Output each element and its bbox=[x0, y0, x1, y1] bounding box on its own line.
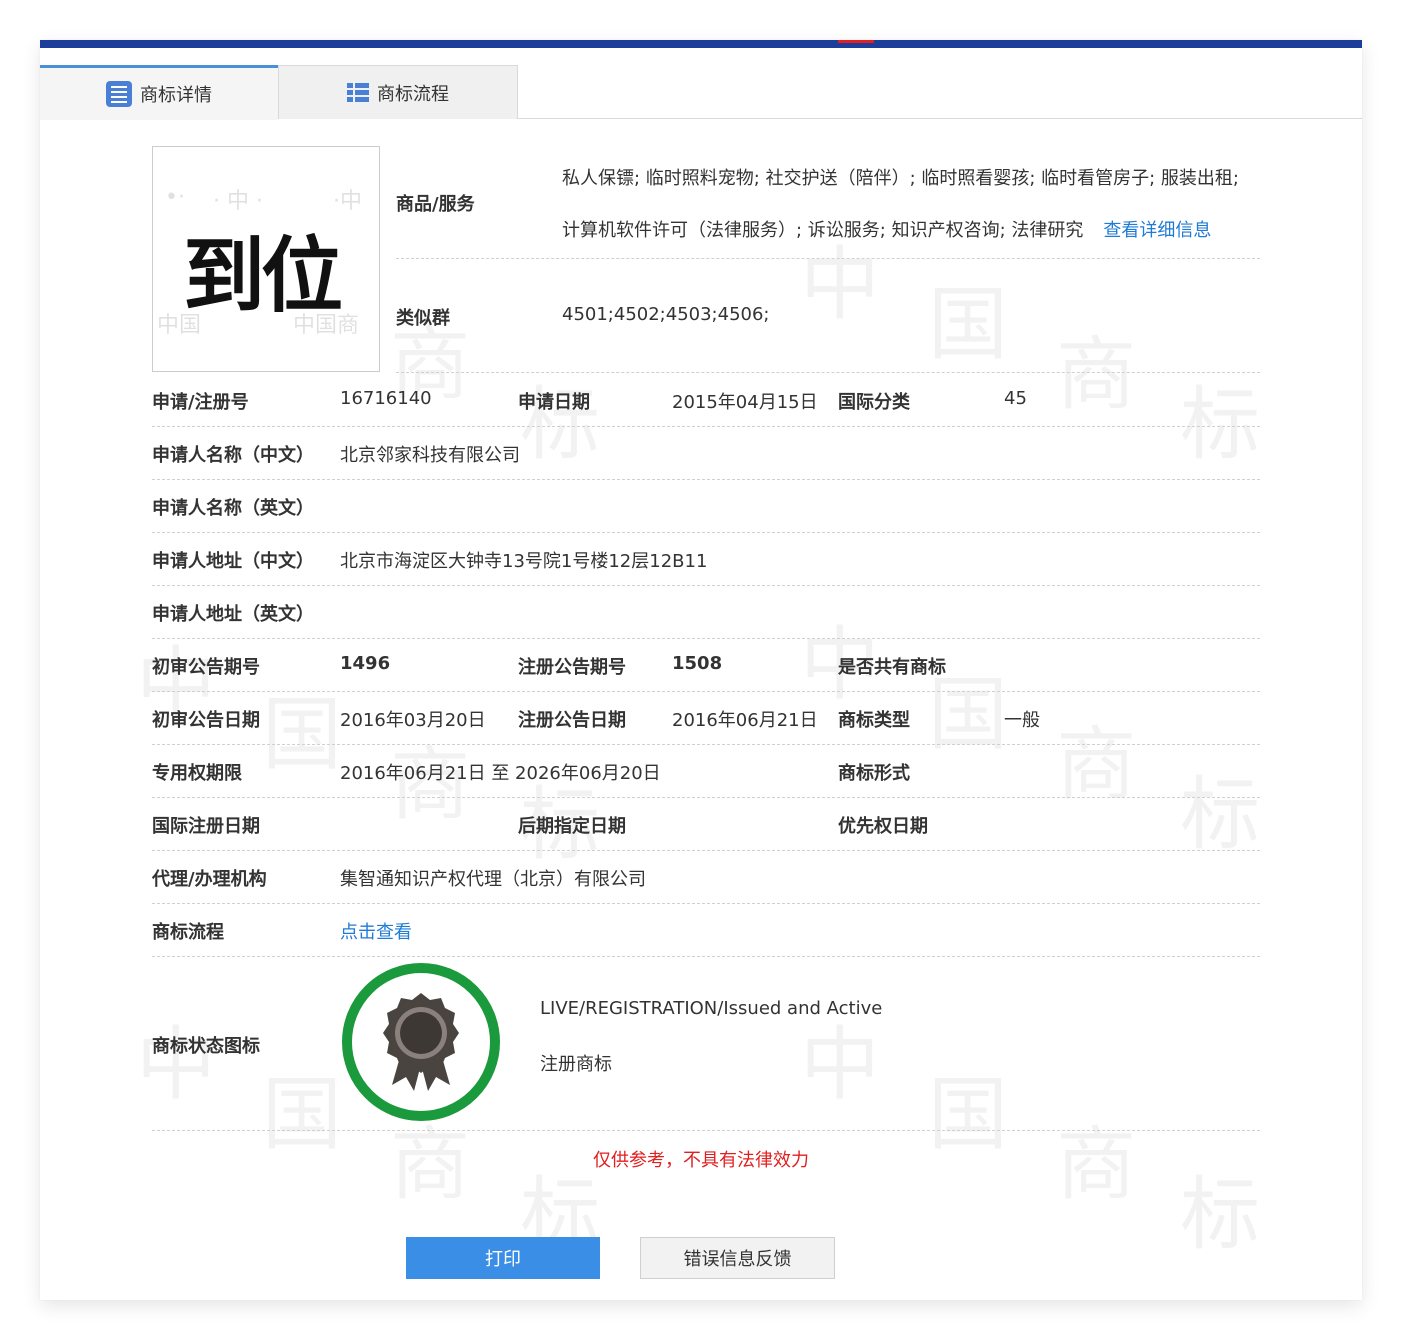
divider bbox=[152, 744, 1260, 745]
applicant-en-label: 申请人名称（英文） bbox=[152, 498, 314, 519]
view-process-link[interactable]: 点击查看 bbox=[340, 918, 412, 944]
intl-class-value: 45 bbox=[1004, 388, 1027, 409]
print-button[interactable]: 打印 bbox=[406, 1237, 600, 1279]
list-icon bbox=[106, 81, 132, 107]
top-bar-highlight bbox=[838, 40, 874, 43]
reg-no-label: 申请/注册号 bbox=[152, 392, 249, 413]
address-cn-label: 申请人地址（中文） bbox=[152, 551, 314, 572]
prelim-date-label: 初审公告日期 bbox=[152, 710, 260, 731]
watermark: 国 bbox=[262, 688, 342, 781]
watermark: 中 bbox=[136, 1018, 216, 1111]
goods-label: 商品/服务 bbox=[396, 194, 475, 215]
reg-notice-no-label: 注册公告期号 bbox=[518, 657, 626, 678]
divider bbox=[152, 1130, 1260, 1131]
divider bbox=[152, 532, 1260, 533]
watermark: 商 bbox=[1056, 328, 1136, 421]
flow-list-icon bbox=[347, 82, 369, 103]
goods-line-1: 私人保镖; 临时照料宠物; 社交护送（陪伴）; 临时照看婴孩; 临时看管房子; … bbox=[562, 168, 1239, 189]
tab-label: 商标详情 bbox=[140, 85, 212, 106]
tab-label: 商标流程 bbox=[377, 83, 449, 105]
divider bbox=[152, 479, 1260, 480]
address-cn-value: 北京市海淀区大钟寺13号院1号楼12层12B11 bbox=[340, 551, 708, 572]
status-cn-value: 注册商标 bbox=[540, 1054, 612, 1075]
applicant-cn-label: 申请人名称（中文） bbox=[152, 445, 314, 466]
watermark: 标 bbox=[1180, 768, 1260, 861]
reg-no-value: 16716140 bbox=[340, 388, 432, 409]
prelim-no-label: 初审公告期号 bbox=[152, 657, 260, 678]
divider bbox=[152, 585, 1260, 586]
reg-notice-no-value: 1508 bbox=[672, 653, 723, 674]
divider bbox=[152, 797, 1260, 798]
reg-notice-date-value: 2016年06月21日 bbox=[672, 710, 818, 731]
view-details-link[interactable]: 查看详细信息 bbox=[1103, 220, 1211, 241]
agent-label: 代理/办理机构 bbox=[152, 869, 267, 890]
process-label: 商标流程 bbox=[152, 922, 224, 943]
similar-group-value: 4501;4502;4503;4506; bbox=[562, 304, 770, 325]
tab-bar: 商标详情 商标流程 bbox=[40, 65, 1362, 120]
agent-value: 集智通知识产权代理（北京）有限公司 bbox=[340, 869, 646, 890]
status-badge bbox=[342, 963, 500, 1121]
award-ribbon-icon bbox=[383, 993, 459, 1091]
divider bbox=[152, 956, 1260, 957]
status-label: 商标状态图标 bbox=[152, 1036, 260, 1057]
goods-line-2-text: 计算机软件许可（法律服务）; 诉讼服务; 知识产权咨询; 法律研究 bbox=[562, 220, 1084, 241]
intl-reg-date-label: 国际注册日期 bbox=[152, 816, 260, 837]
divider bbox=[396, 258, 1260, 259]
prelim-date-value: 2016年03月20日 bbox=[340, 710, 486, 731]
divider bbox=[152, 691, 1260, 692]
status-en-value: LIVE/REGISTRATION/Issued and Active bbox=[540, 998, 883, 1019]
later-date-label: 后期指定日期 bbox=[518, 816, 626, 837]
trademark-detail-panel: 中 国 商 标 商 标 中 国 商 标 中 国 商 标 中 国 商 标 中 国 … bbox=[40, 40, 1362, 1300]
term-label: 专用权期限 bbox=[152, 763, 242, 784]
tab-trademark-detail[interactable]: 商标详情 bbox=[40, 65, 278, 120]
divider bbox=[152, 426, 1260, 427]
shared-label: 是否共有商标 bbox=[838, 657, 946, 678]
prelim-no-value: 1496 bbox=[340, 653, 391, 674]
applicant-cn-value: 北京邻家科技有限公司 bbox=[340, 445, 520, 466]
similar-group-label: 类似群 bbox=[396, 308, 450, 329]
reg-notice-date-label: 注册公告日期 bbox=[518, 710, 626, 731]
top-bar bbox=[40, 40, 1362, 48]
watermark: 标 bbox=[1180, 378, 1260, 471]
trademark-mark-text: 到位 bbox=[183, 229, 343, 324]
divider bbox=[152, 638, 1260, 639]
trademark-image: •· · 中 · ·中 中国 中国商 到位 bbox=[152, 146, 380, 372]
watermark: 国 bbox=[928, 278, 1008, 371]
watermark: 商 bbox=[1056, 718, 1136, 811]
divider bbox=[396, 372, 1260, 373]
priority-date-label: 优先权日期 bbox=[838, 816, 928, 837]
intl-class-label: 国际分类 bbox=[838, 392, 910, 413]
type-label: 商标类型 bbox=[838, 710, 910, 731]
type-value: 一般 bbox=[1004, 710, 1040, 731]
tab-trademark-process[interactable]: 商标流程 bbox=[278, 65, 518, 119]
goods-line-2: 计算机软件许可（法律服务）; 诉讼服务; 知识产权咨询; 法律研究 查看详细信息 bbox=[562, 216, 1211, 242]
disclaimer-text: 仅供参考，不具有法律效力 bbox=[593, 1150, 809, 1171]
term-value: 2016年06月21日 至 2026年06月20日 bbox=[340, 763, 661, 784]
divider bbox=[152, 903, 1260, 904]
apply-date-label: 申请日期 bbox=[518, 392, 590, 413]
form-label: 商标形式 bbox=[838, 763, 910, 784]
divider bbox=[152, 850, 1260, 851]
apply-date-value: 2015年04月15日 bbox=[672, 392, 818, 413]
watermark: 标 bbox=[520, 378, 600, 471]
error-feedback-button[interactable]: 错误信息反馈 bbox=[640, 1237, 835, 1279]
address-en-label: 申请人地址（英文） bbox=[152, 604, 314, 625]
